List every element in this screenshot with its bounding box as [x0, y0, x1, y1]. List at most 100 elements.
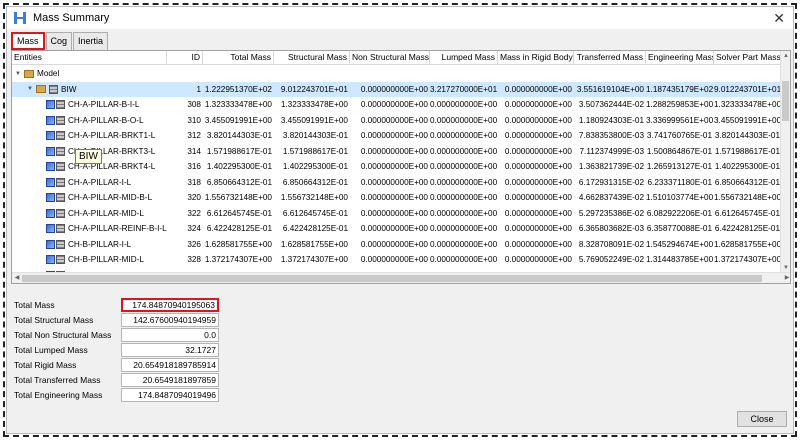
summary-label: Total Non Structural Mass	[14, 329, 112, 340]
summary-row: Total Non Structural Mass 0.0	[11, 327, 221, 342]
table-row[interactable]: CH-B-PILLAR-MID-L 328 1.372174307E+00 1.372…	[12, 252, 782, 268]
vertical-scroll-thumb[interactable]	[782, 81, 789, 121]
column-header[interactable]: Transferred Mass	[574, 51, 646, 65]
summary-row: Total Transferred Mass 20.6549181897859	[11, 372, 221, 387]
close-icon[interactable]: ✕	[773, 10, 785, 27]
value-cell: 0.000000000E+00	[504, 100, 572, 110]
mesh-icon	[56, 100, 65, 110]
table-row[interactable]: CH-C-PILLAR-I-L3371.162786317E+001.16278…	[12, 283, 782, 284]
tab-cog[interactable]: Cog	[45, 32, 73, 50]
table-row[interactable]: CH-A-PILLAR-BRKT1-L 312 3.820144303E-01 3.8…	[12, 128, 782, 144]
scroll-right-icon[interactable]: ▶	[782, 273, 790, 283]
value-cell: 1.323333478E+00	[280, 100, 348, 110]
column-header[interactable]: Total Mass	[203, 51, 274, 65]
expand-arrow-icon[interactable]: ▼	[14, 71, 22, 77]
mesh-icon	[56, 115, 65, 125]
summary-value-field[interactable]: 174.84870940195063	[121, 297, 219, 312]
value-cell: 0.000000000E+00	[430, 224, 498, 234]
expand-arrow-icon[interactable]: ▼	[26, 86, 34, 92]
column-header[interactable]: Engineering Mass	[646, 51, 714, 65]
value-cell: 0.000000000E+00	[430, 193, 498, 203]
horizontal-scroll-thumb[interactable]	[22, 275, 762, 282]
value-cell: 6.172931315E-02	[578, 177, 644, 187]
entity-cell: CH-B-PILLAR-MID-L	[12, 255, 167, 265]
table-row[interactable]: CH-A-PILLAR-BRKT3-L 314 1.571988617E-01 1.5…	[12, 144, 782, 160]
summary-value-field[interactable]: 0.0	[121, 327, 219, 342]
value-cell: 6.422428125E-01	[282, 224, 348, 234]
value-cell: 0.000000000E+00	[360, 239, 428, 249]
column-header[interactable]: Non Structural Mass	[350, 51, 430, 65]
scroll-up-icon[interactable]: ▲	[781, 51, 790, 61]
table-row[interactable]: CH-A-PILLAR-MID-L 322 6.612645745E-01 6.612…	[12, 206, 782, 222]
entity-cell: CH-A-PILLAR-MID-L	[12, 208, 167, 218]
table-row[interactable]: CH-A-PILLAR-BRKT4-L 316 1.402295300E-01 1.4…	[12, 159, 782, 175]
close-button[interactable]: Close	[737, 411, 787, 427]
summary-value-field[interactable]: 174.8487094019496	[121, 387, 219, 402]
summary-row: Total Lumped Mass 32.1727	[11, 342, 221, 357]
summary-value-field[interactable]: 32.1727	[121, 342, 219, 357]
value-cell: 6.850664312E-01	[206, 177, 272, 187]
column-header[interactable]: Entities	[12, 51, 167, 65]
value-cell: 0.000000000E+00	[360, 208, 428, 218]
summary-label: Total Lumped Mass	[14, 344, 88, 355]
part-icon	[46, 162, 55, 172]
table-row[interactable]: CH-A-PILLAR-I-L 318 6.850664312E-01 6.85066…	[12, 175, 782, 191]
table-row[interactable]: CH-A-PILLAR-B-O-L 310 3.455091991E+00 3.455…	[12, 113, 782, 129]
value-cell: 0.000000000E+00	[430, 146, 498, 156]
value-cell: 1.571988617E-01	[282, 146, 348, 156]
part-icon	[46, 100, 55, 110]
summary-value-field[interactable]: 20.6549181897859	[121, 372, 219, 387]
summary-row: Total Engineering Mass 174.8487094019496	[11, 387, 221, 402]
summary-value-field[interactable]: 142.67600940194959	[121, 312, 219, 327]
column-header[interactable]: Lumped Mass	[430, 51, 498, 65]
value-cell: 0.000000000E+00	[504, 255, 572, 265]
table-row[interactable]: CH-A-PILLAR-REINF-B-I-L 324 6.422428125E-0…	[12, 221, 782, 237]
mesh-icon	[56, 162, 65, 172]
scroll-left-icon[interactable]: ◀	[12, 273, 22, 283]
value-cell: 9.012243701E+01	[714, 84, 782, 94]
value-cell: 0.000000000E+00	[360, 162, 428, 172]
value-cell: 6.365803682E-03	[578, 224, 644, 234]
tree-row-biw[interactable]: ▼ BIW 1 1.222951370E+02 9.012243701E+01 0.000…	[12, 81, 782, 97]
table-row[interactable]: CH-A-PILLAR-B-I-L 308 1.323333478E+00 1.323…	[12, 97, 782, 113]
summary-value-field[interactable]: 20.654918189785914	[121, 357, 219, 372]
mesh-icon	[56, 131, 65, 141]
column-header[interactable]: Solver Part Mass	[714, 51, 782, 65]
value-cell: 1.323333478E+00	[714, 100, 782, 110]
table-row[interactable]: CH-A-PILLAR-MID-B-L 320 1.556732148E+00 1.5…	[12, 190, 782, 206]
id-cell: 312	[187, 131, 201, 141]
mass-table[interactable]: Entities ID Total Mass Structural Mass Non S…	[11, 50, 791, 284]
table-row[interactable]: CH-B-PILLAR-I-L 326 1.628581755E+00 1.62858…	[12, 237, 782, 253]
entity-name: Model	[37, 69, 60, 79]
value-cell: 8.328708091E-02	[578, 239, 644, 249]
id-cell: 322	[187, 208, 201, 218]
vertical-scrollbar[interactable]: ▲ ▼	[780, 51, 790, 273]
value-cell: 1.372174307E+00	[204, 255, 272, 265]
value-cell: 1.265913127E-01	[646, 162, 712, 172]
tab-mass[interactable]: Mass	[11, 32, 45, 50]
summary-row: Total Mass 174.84870940195063	[11, 297, 221, 312]
value-cell: 6.422428125E-01	[206, 224, 272, 234]
value-cell: 0.000000000E+00	[360, 146, 428, 156]
part-icon	[46, 208, 55, 218]
value-cell: 0.000000000E+00	[504, 208, 572, 218]
column-header[interactable]: Structural Mass	[274, 51, 350, 65]
value-cell: 6.233371180E-01	[647, 177, 713, 187]
entity-cell: ▼ Model	[12, 69, 167, 78]
tab-inertia[interactable]: Inertia	[73, 32, 109, 50]
tree-row-model[interactable]: ▼ Model	[12, 66, 782, 82]
summary-row: Total Rigid Mass 20.654918189785914	[11, 357, 221, 372]
value-cell: 1.500864867E-01	[646, 146, 712, 156]
column-header[interactable]: Mass in Rigid Body	[498, 51, 574, 65]
value-cell: 0.000000000E+00	[360, 177, 428, 187]
value-cell: 6.358770088E-01	[646, 224, 712, 234]
value-cell: 0.000000000E+00	[504, 224, 572, 234]
column-header[interactable]: ID	[167, 51, 203, 65]
entity-cell: ▼ BIW	[12, 84, 167, 94]
value-cell: 3.741760765E-01	[646, 131, 712, 141]
value-cell: 0.000000000E+00	[430, 162, 498, 172]
value-cell: 6.850664312E-01	[714, 177, 780, 187]
horizontal-scrollbar[interactable]: ◀ ▶	[12, 272, 790, 283]
value-cell: 1.402295300E-01	[206, 162, 272, 172]
value-cell: 5.297235386E-02	[578, 208, 644, 218]
